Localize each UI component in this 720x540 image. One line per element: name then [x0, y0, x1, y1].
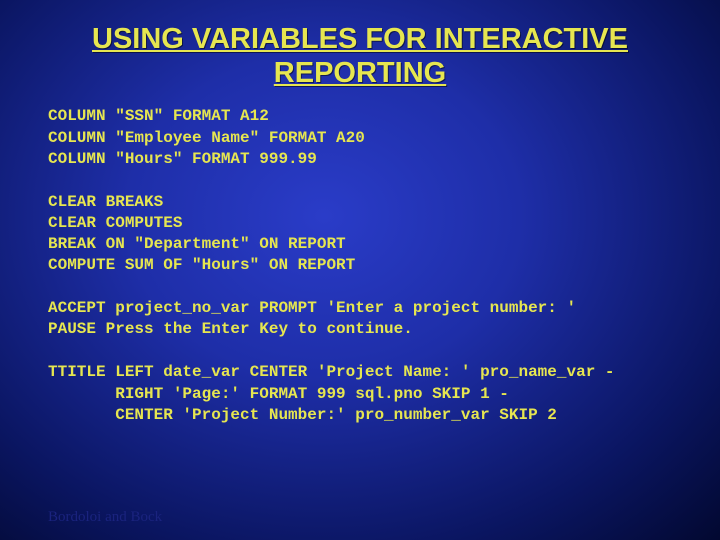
code-block-breaks: CLEAR BREAKS CLEAR COMPUTES BREAK ON "De… — [48, 192, 672, 276]
slide-title: USING VARIABLES FOR INTERACTIVE REPORTIN… — [48, 22, 672, 90]
slide: USING VARIABLES FOR INTERACTIVE REPORTIN… — [0, 0, 720, 540]
footer-credit: Bordoloi and Bock — [48, 509, 162, 526]
code-block-ttitle: TTITLE LEFT date_var CENTER 'Project Nam… — [48, 362, 672, 425]
code-block-columns: COLUMN "SSN" FORMAT A12 COLUMN "Employee… — [48, 106, 672, 169]
code-block-accept: ACCEPT project_no_var PROMPT 'Enter a pr… — [48, 298, 672, 340]
